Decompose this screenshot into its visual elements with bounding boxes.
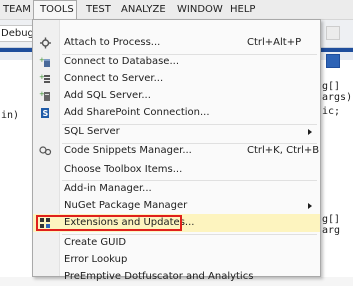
menu-item-create-guid[interactable]: Create GUID — [33, 234, 320, 252]
menu-item-code-snippets-manager[interactable]: Code Snippets Manager... Ctrl+K, Ctrl+B — [33, 142, 320, 160]
menu-item-choose-toolbox-items[interactable]: Choose Toolbox Items... — [33, 161, 320, 179]
menu-item-error-lookup[interactable]: Error Lookup — [33, 251, 320, 269]
menu-item-label: Choose Toolbox Items... — [64, 164, 183, 175]
svg-text:S: S — [43, 109, 49, 118]
menu-tools[interactable]: TOOLS — [33, 0, 77, 19]
menu-analyze[interactable]: ANALYZE — [121, 0, 166, 19]
menu-item-connect-to-database[interactable]: + Connect to Database... — [33, 53, 320, 71]
code-text-fragment: g[] args) — [322, 81, 353, 103]
menu-item-label: Add SharePoint Connection... — [64, 107, 210, 118]
menu-item-label: Attach to Process... — [64, 37, 161, 48]
code-snippets-icon — [39, 146, 52, 156]
menu-team[interactable]: TEAM — [3, 0, 31, 19]
connect-database-icon: + — [39, 56, 50, 67]
menu-item-label: NuGet Package Manager — [64, 200, 188, 211]
menu-item-add-in-manager[interactable]: Add-in Manager... — [33, 180, 320, 198]
menu-item-nuget-package-manager[interactable]: NuGet Package Manager — [33, 197, 320, 215]
toolbar-button[interactable] — [326, 54, 340, 68]
menu-item-sql-server[interactable]: SQL Server — [33, 123, 320, 141]
menu-item-label: SQL Server — [64, 126, 120, 137]
code-text-fragment: in) — [1, 110, 20, 121]
menu-item-add-sql-server[interactable]: + Add SQL Server... — [33, 87, 320, 105]
menu-item-preemptive-dotfuscator[interactable]: PreEmptive Dotfuscator and Analytics — [33, 268, 320, 286]
add-sql-server-icon: + — [39, 90, 50, 101]
menu-test[interactable]: TEST — [86, 0, 111, 19]
menu-item-attach-to-process[interactable]: Attach to Process... Ctrl+Alt+P — [33, 34, 320, 52]
menu-item-label: Connect to Server... — [64, 73, 164, 84]
menu-item-label: Add-in Manager... — [64, 183, 152, 194]
sharepoint-icon: S — [41, 108, 49, 118]
menu-item-label: Create GUID — [64, 237, 127, 248]
code-text-fragment: g[] arg — [322, 214, 341, 236]
code-text-fragment: ic; — [322, 106, 341, 117]
menu-item-label: Code Snippets Manager... — [64, 145, 192, 156]
highlight-annotation-box — [36, 215, 182, 231]
submenu-arrow-icon — [308, 129, 312, 135]
menu-item-label: Connect to Database... — [64, 56, 179, 67]
menu-item-label: Error Lookup — [64, 254, 128, 265]
toolbar-button[interactable] — [326, 26, 340, 40]
menu-item-connect-to-server[interactable]: + Connect to Server... — [33, 70, 320, 88]
menu-item-add-sharepoint-connection[interactable]: S Add SharePoint Connection... — [33, 104, 320, 122]
menu-item-shortcut: Ctrl+Alt+P — [247, 37, 302, 48]
menu-bar: TEAM TOOLS TEST ANALYZE WINDOW HELP — [0, 0, 353, 20]
tools-menu: Attach to Process... Ctrl+Alt+P + Connec… — [32, 19, 321, 282]
connect-server-icon: + — [39, 73, 50, 83]
menu-item-shortcut: Ctrl+K, Ctrl+B — [247, 145, 320, 156]
menu-item-label: PreEmptive Dotfuscator and Analytics — [64, 271, 254, 282]
menu-window[interactable]: WINDOW — [177, 0, 223, 19]
submenu-arrow-icon — [308, 203, 312, 209]
attach-process-icon — [40, 37, 51, 49]
menu-item-label: Add SQL Server... — [64, 90, 151, 101]
menu-help[interactable]: HELP — [230, 0, 255, 19]
